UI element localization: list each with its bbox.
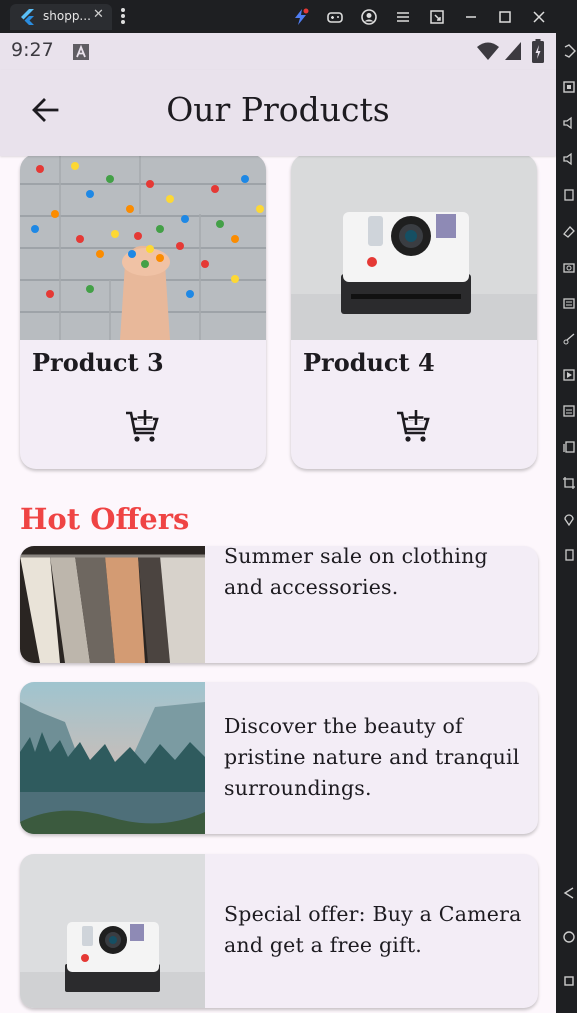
offer-text: Summer sale on clothing and accessories. — [224, 546, 488, 599]
close-window-icon[interactable] — [530, 8, 548, 26]
wifi-icon — [477, 42, 499, 60]
account-icon[interactable] — [360, 8, 378, 26]
scissors-icon[interactable] — [562, 332, 576, 346]
emulator-window-bar: shopp... ✕ — [0, 0, 577, 33]
offer-card[interactable]: Discover the beauty of pristine nature a… — [20, 682, 538, 834]
record-icon[interactable] — [562, 368, 576, 382]
status-bar: 9:27 — [0, 33, 556, 70]
maximize-icon[interactable] — [496, 8, 514, 26]
section-title-hot-offers: Hot Offers — [20, 502, 190, 536]
home-nav-icon[interactable] — [562, 930, 576, 944]
screenshot-icon[interactable] — [562, 80, 576, 94]
more-vert-icon[interactable] — [120, 7, 126, 25]
add-shopping-cart-icon[interactable] — [395, 408, 431, 444]
clothing-rack-photo — [20, 546, 205, 663]
list-icon[interactable] — [562, 404, 576, 418]
phone-rotate-icon[interactable] — [562, 548, 576, 562]
product-card[interactable]: Product 3 — [20, 156, 266, 469]
signal-icon — [505, 42, 521, 60]
eraser-icon[interactable] — [562, 224, 576, 238]
back-nav-icon[interactable] — [562, 886, 576, 900]
polaroid-camera-photo — [291, 156, 537, 340]
browser-tab[interactable]: shopp... ✕ — [10, 4, 112, 30]
close-tab-icon[interactable]: ✕ — [93, 7, 104, 22]
volume-up-icon[interactable] — [562, 116, 576, 130]
devices-icon[interactable] — [562, 440, 576, 454]
minimize-icon[interactable] — [462, 8, 480, 26]
phone-screen: 9:27 Our Products Product 3 Product 4 Ho… — [0, 33, 556, 1013]
emulator-side-toolbar — [556, 33, 577, 1013]
volume-down-icon[interactable] — [562, 152, 576, 166]
offer-text: Discover the beauty of pristine nature a… — [224, 714, 520, 800]
picture-in-picture-icon[interactable] — [428, 8, 446, 26]
tab-title: shopp... — [43, 9, 91, 23]
page-title: Our Products — [166, 90, 390, 129]
keyboard-icon[interactable] — [562, 296, 576, 310]
gamepad-icon[interactable] — [326, 8, 344, 26]
scroll-content[interactable]: Product 3 Product 4 Hot Offers Summer sa… — [0, 156, 556, 1013]
offer-card[interactable]: Special offer: Buy a Camera and get a fr… — [20, 854, 538, 1008]
product-name: Product 4 — [303, 348, 435, 377]
product-name: Product 3 — [32, 348, 164, 377]
location-icon[interactable] — [562, 512, 576, 526]
mountain-lake-photo — [20, 682, 205, 834]
rotate-icon[interactable] — [562, 188, 576, 202]
app-bar: Our Products — [0, 70, 556, 156]
menu-icon[interactable] — [394, 8, 412, 26]
camera-icon[interactable] — [562, 260, 576, 274]
candy-hands-photo — [20, 156, 266, 340]
power-icon[interactable] — [562, 44, 576, 58]
product-card[interactable]: Product 4 — [291, 156, 537, 469]
lightning-icon[interactable] — [292, 8, 310, 26]
flutter-icon — [21, 9, 34, 25]
crop-icon[interactable] — [562, 476, 576, 490]
camera-photo — [20, 854, 205, 1008]
overview-nav-icon[interactable] — [562, 974, 576, 988]
add-shopping-cart-icon[interactable] — [124, 408, 160, 444]
offer-card[interactable]: Summer sale on clothing and accessories. — [20, 546, 538, 663]
status-time: 9:27 — [11, 39, 54, 61]
offer-text: Special offer: Buy a Camera and get a fr… — [224, 902, 522, 957]
battery-icon — [532, 39, 544, 63]
notification-a-icon — [73, 44, 89, 60]
